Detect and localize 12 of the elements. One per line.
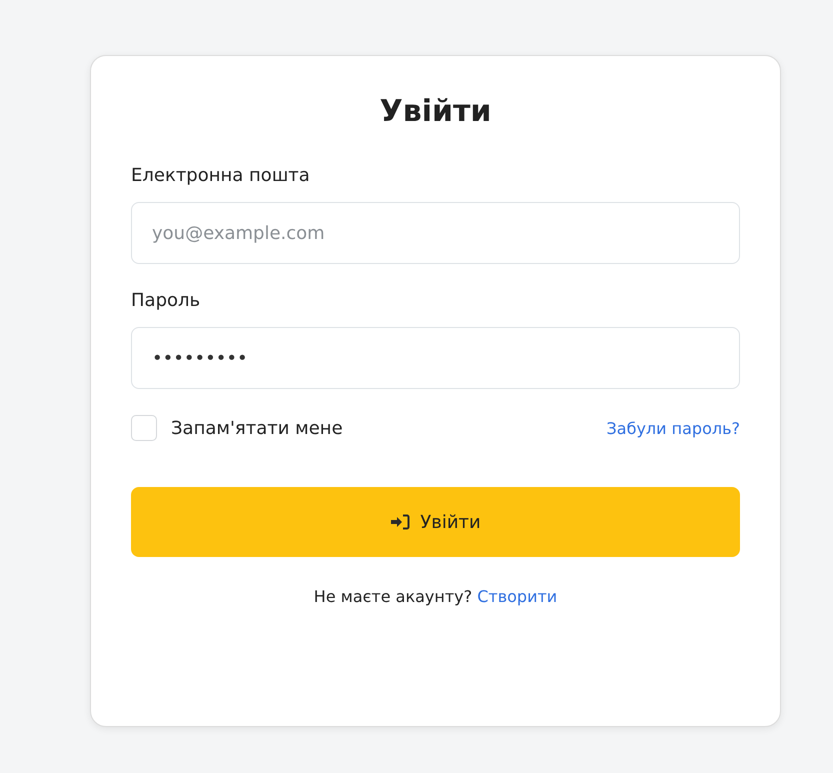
input-field[interactable]: ••••••••• <box>131 327 740 389</box>
login-title: Увійти <box>378 94 492 129</box>
sign-in-icon <box>390 514 410 530</box>
forgot-password-link[interactable]: Забули пароль? <box>606 418 740 438</box>
field-label: Електронна пошта <box>131 165 311 186</box>
create-account-link[interactable]: Створити <box>477 587 558 606</box>
signup-prompt: Не маєте акаунту? Створити <box>312 587 558 606</box>
remember-label: Запам'ятати мене <box>171 418 343 438</box>
login-button[interactable]: Увійти <box>131 487 740 557</box>
field-label: Пароль <box>131 290 202 311</box>
input-field[interactable]: you@example.com <box>131 202 740 264</box>
remember-checkbox[interactable] <box>131 415 157 441</box>
